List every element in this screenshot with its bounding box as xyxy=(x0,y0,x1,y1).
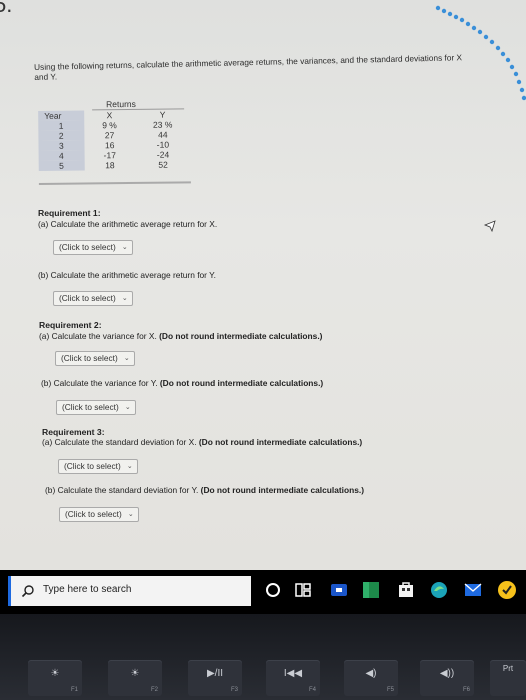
requirement-2b-text: (b) Calculate the variance for Y. (Do no… xyxy=(41,378,323,388)
chevron-down-icon: ⌄ xyxy=(127,511,134,518)
cell-x: 27 xyxy=(104,130,115,141)
requirement-1b-question: (b) Calculate the arithmetic average ret… xyxy=(38,270,216,280)
select-label: (Click to select) xyxy=(65,509,122,519)
requirement-3a-select[interactable]: (Click to select) ⌄ xyxy=(58,459,138,474)
select-label: (Click to select) xyxy=(64,461,121,471)
select-label: (Click to select) xyxy=(59,242,116,252)
requirement-2a-note: (Do not round intermediate calculations.… xyxy=(159,331,323,341)
requirement-2-title: Requirement 2: xyxy=(39,320,102,330)
browser-content: 5. Using the following returns, calculat… xyxy=(0,0,526,570)
header-x: X xyxy=(106,110,113,121)
cell-year: 5 xyxy=(38,160,85,171)
excel-icon[interactable] xyxy=(360,579,382,601)
cell-x: 18 xyxy=(105,160,115,171)
f3-key[interactable]: ▶/II F3 xyxy=(188,660,242,696)
key-label: F1 xyxy=(70,687,78,693)
chevron-down-icon: ⌄ xyxy=(121,244,128,251)
returns-table: Returns Year X Y 1 9 % 23 % 2 27 44 3 16… xyxy=(34,95,191,189)
cell-x: -17 xyxy=(103,150,116,161)
cell-y: -24 xyxy=(156,149,170,160)
f5-key[interactable]: ◀) F5 xyxy=(344,660,398,696)
key-label: F4 xyxy=(308,687,316,693)
search-placeholder: Type here to search xyxy=(43,584,132,595)
key-label: F5 xyxy=(386,687,394,693)
prtsc-label: Prt xyxy=(502,664,514,673)
requirement-3a-question: (a) Calculate the standard deviation for… xyxy=(42,437,197,447)
mouse-cursor-icon xyxy=(483,220,496,233)
returns-header: Returns xyxy=(106,98,136,110)
requirement-1a-text: (a) Calculate the arithmetic average ret… xyxy=(38,219,217,229)
chevron-down-icon: ⌄ xyxy=(123,355,130,362)
requirement-1b-text: (b) Calculate the arithmetic average ret… xyxy=(38,270,216,280)
search-icon xyxy=(21,585,34,598)
chevron-down-icon: ⌄ xyxy=(126,463,133,470)
requirement-3-title: Requirement 3: xyxy=(42,427,105,437)
task-view-icon[interactable] xyxy=(292,579,314,601)
f4-key[interactable]: I◀◀ F4 xyxy=(266,660,320,696)
f2-key[interactable]: ☀ F2 xyxy=(108,660,162,696)
cell-y: 52 xyxy=(158,159,168,170)
taskbar-search-box[interactable]: Type here to search xyxy=(8,576,251,606)
play-pause-icon: ▶/II xyxy=(206,668,224,679)
cell-year: 1 xyxy=(38,120,84,131)
laptop-keyboard-row: ☀ F1 ☀ F2 ▶/II F3 I◀◀ F4 ◀) F5 ◀)) F6 Pr… xyxy=(0,614,526,700)
cortana-circle-icon[interactable] xyxy=(262,579,284,601)
requirement-3b-select[interactable]: (Click to select) ⌄ xyxy=(59,507,139,522)
requirement-3b-text: (b) Calculate the standard deviation for… xyxy=(45,485,364,495)
requirement-2b-note: (Do not round intermediate calculations.… xyxy=(159,378,324,388)
select-label: (Click to select) xyxy=(59,293,116,303)
cell-x: 16 xyxy=(104,140,115,151)
header-year: Year xyxy=(38,110,84,121)
chevron-down-icon: ⌄ xyxy=(121,295,128,302)
returns-data-table: Year X Y 1 9 % 23 % 2 27 44 3 16 -10 4 - xyxy=(38,109,191,171)
video-app-icon[interactable] xyxy=(328,579,350,601)
header-y: Y xyxy=(159,109,166,120)
cell-year: 3 xyxy=(38,140,85,151)
requirement-2a-select[interactable]: (Click to select) ⌄ xyxy=(55,351,135,366)
cell-y: 44 xyxy=(158,129,168,140)
edge-icon[interactable] xyxy=(428,579,450,601)
previous-track-icon: I◀◀ xyxy=(283,668,303,679)
requirement-2b-select[interactable]: (Click to select) ⌄ xyxy=(56,400,136,415)
requirement-3a-note: (Do not round intermediate calculations.… xyxy=(198,437,363,447)
norton-icon[interactable] xyxy=(496,579,518,601)
key-label: F2 xyxy=(150,687,158,693)
windows-taskbar: Type here to search xyxy=(0,570,526,614)
volume-up-icon: ◀)) xyxy=(439,668,455,679)
cell-year: 4 xyxy=(38,150,85,161)
requirement-2a-text: (a) Calculate the variance for X. (Do no… xyxy=(39,331,322,341)
requirement-1-title: Requirement 1: xyxy=(38,208,101,218)
brightness-up-icon: ☀ xyxy=(130,668,140,679)
mail-icon[interactable] xyxy=(462,579,484,601)
f6-key[interactable]: ◀)) F6 xyxy=(420,660,474,696)
cell-year: 2 xyxy=(38,130,85,141)
question-number: 5. xyxy=(0,0,13,17)
requirement-3b-note: (Do not round intermediate calculations.… xyxy=(200,485,364,495)
chevron-down-icon: ⌄ xyxy=(124,404,131,411)
select-label: (Click to select) xyxy=(61,353,118,363)
cell-y: 23 % xyxy=(152,119,173,130)
table-bottom-rule xyxy=(38,181,191,185)
volume-down-icon: ◀) xyxy=(365,668,377,679)
f1-key[interactable]: ☀ F1 xyxy=(28,660,82,696)
requirement-3a-text: (a) Calculate the standard deviation for… xyxy=(42,437,362,447)
key-label: F3 xyxy=(230,687,238,693)
select-label: (Click to select) xyxy=(62,402,119,412)
cell-x: 9 % xyxy=(102,120,117,131)
prtsc-key[interactable]: Prt xyxy=(490,660,526,696)
cell-y: -10 xyxy=(156,139,170,150)
requirement-2a-question: (a) Calculate the variance for X. xyxy=(39,331,157,341)
requirement-3b-question: (b) Calculate the standard deviation for… xyxy=(45,485,199,495)
requirement-2b-question: (b) Calculate the variance for Y. xyxy=(41,378,158,388)
key-label: F6 xyxy=(462,687,470,693)
table-row: 5 18 52 xyxy=(38,159,191,171)
brightness-down-icon: ☀ xyxy=(50,668,60,679)
requirement-1b-select[interactable]: (Click to select) ⌄ xyxy=(53,291,133,306)
requirement-1a-question: (a) Calculate the arithmetic average ret… xyxy=(38,219,218,229)
store-icon[interactable] xyxy=(395,579,417,601)
requirement-1a-select[interactable]: (Click to select) ⌄ xyxy=(53,240,133,255)
